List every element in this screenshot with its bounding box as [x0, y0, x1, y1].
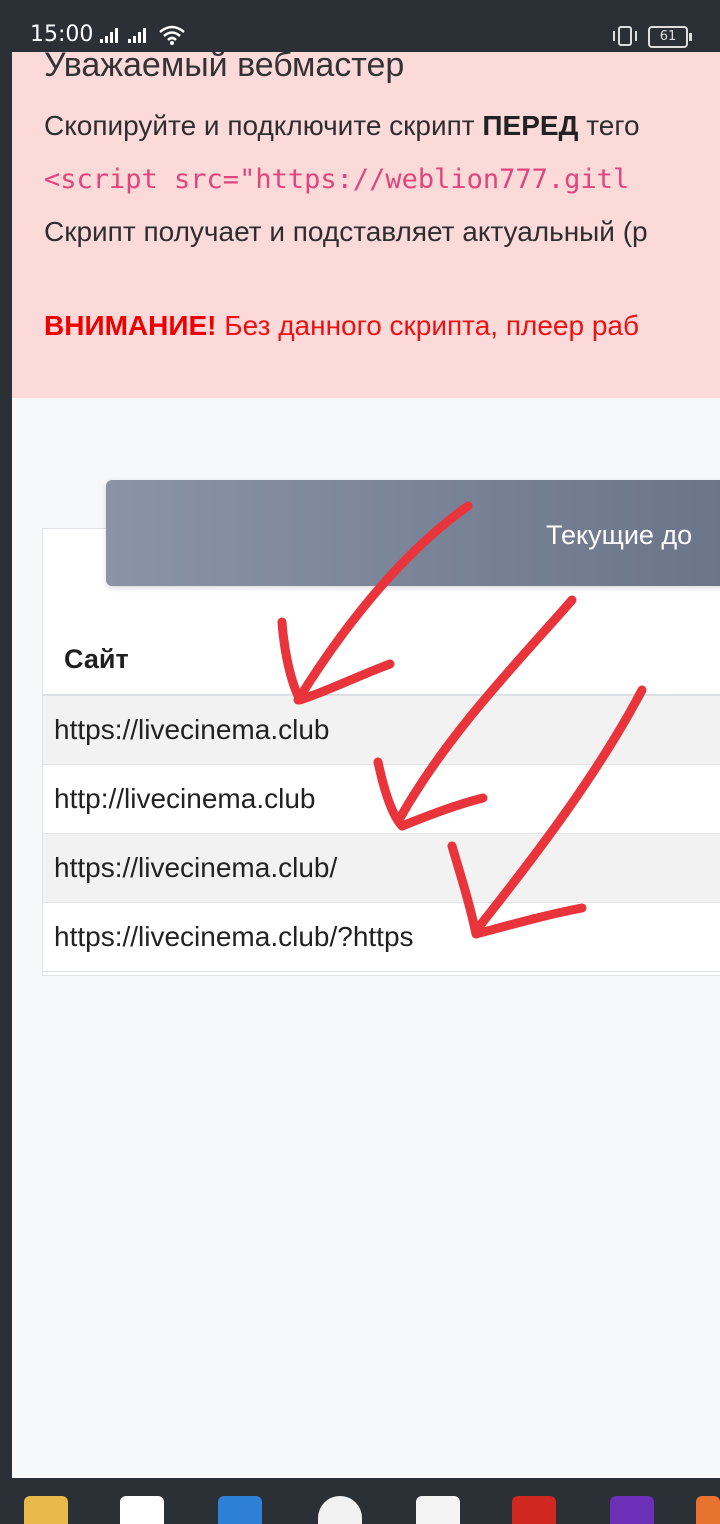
- table-row: http://livecinema.club: [43, 765, 720, 834]
- battery-icon: 61: [648, 26, 692, 48]
- signal-icon: [100, 28, 118, 43]
- column-header-site: Сайт: [64, 644, 129, 674]
- table-row: https://livecinema.club: [43, 696, 720, 765]
- warning-label: ВНИМАНИЕ!: [44, 310, 217, 341]
- table-header: Сайт: [42, 620, 720, 696]
- status-bar: 15:00 61: [0, 0, 720, 52]
- status-time: 15:00: [30, 22, 94, 47]
- alert-line-1-bold: ПЕРЕД: [482, 110, 579, 141]
- vibrate-icon: [613, 26, 637, 46]
- site-url: https://livecinema.club/: [54, 852, 338, 883]
- site-url: https://livecinema.club: [54, 714, 330, 745]
- script-code-snippet: <script src="https://weblion777.gitl: [44, 164, 630, 195]
- wifi-icon: [159, 25, 185, 45]
- alert-line-1-suffix: тего: [578, 110, 640, 141]
- warning-text: Без данного скрипта, плеер раб: [216, 310, 639, 341]
- card-header: Текущие до: [106, 480, 720, 586]
- webmaster-alert: Уважаемый вебмастер Скопируйте и подключ…: [12, 52, 720, 398]
- table-row: https://livecinema.club/?https: [43, 903, 720, 972]
- web-page: Уважаемый вебмастер Скопируйте и подключ…: [12, 52, 720, 1478]
- alert-line-1: Скопируйте и подключите скрипт ПЕРЕД тег…: [44, 110, 640, 142]
- card-header-title: Текущие до: [546, 520, 693, 550]
- alert-warning: ВНИМАНИЕ! Без данного скрипта, плеер раб: [44, 310, 639, 342]
- table-row: https://livecinema.club/: [43, 834, 720, 903]
- alert-heading: Уважаемый вебмастер: [44, 52, 405, 84]
- alert-line-2: Скрипт получает и подставляет актуальный…: [44, 216, 648, 247]
- site-url: http://livecinema.club: [54, 783, 316, 814]
- taskbar: [0, 1478, 720, 1524]
- signal-icon-2: [128, 28, 146, 43]
- site-url: https://livecinema.club/?https: [54, 921, 414, 952]
- alert-line-1-prefix: Скопируйте и подключите скрипт: [44, 110, 483, 141]
